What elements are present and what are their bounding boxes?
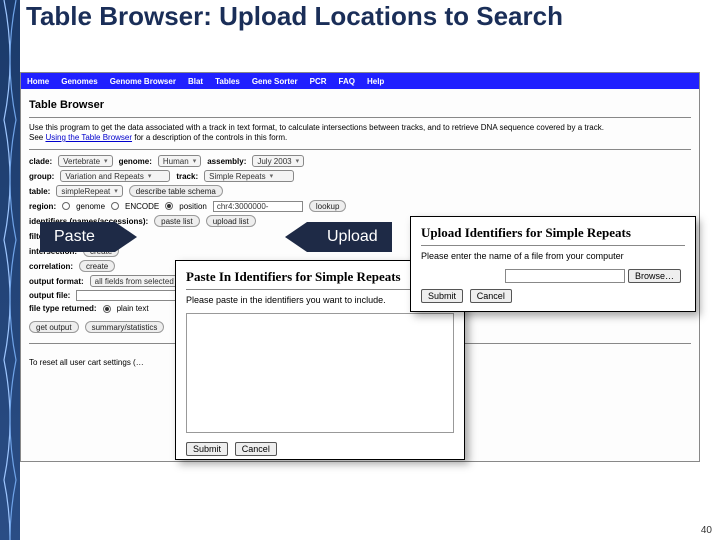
nav-help[interactable]: Help bbox=[367, 77, 384, 86]
group-label: group: bbox=[29, 172, 54, 181]
paste-cancel-button[interactable]: Cancel bbox=[235, 442, 277, 456]
region-position-radio[interactable] bbox=[165, 202, 173, 210]
track-label: track: bbox=[176, 172, 198, 181]
get-output-button[interactable]: get output bbox=[29, 321, 79, 333]
table-select[interactable]: simpleRepeat▾ bbox=[56, 185, 122, 197]
group-select[interactable]: Variation and Repeats▾ bbox=[60, 170, 170, 182]
region-encode-radio[interactable] bbox=[111, 202, 119, 210]
nav-blat[interactable]: Blat bbox=[188, 77, 203, 86]
paste-list-button[interactable]: paste list bbox=[154, 215, 200, 227]
genome-select[interactable]: Human▾ bbox=[158, 155, 201, 167]
region-genome-radio[interactable] bbox=[62, 202, 70, 210]
region-label: region: bbox=[29, 202, 56, 211]
describe-schema-button[interactable]: describe table schema bbox=[129, 185, 223, 197]
upload-popup: Upload Identifiers for Simple Repeats Pl… bbox=[410, 216, 696, 312]
correlation-create-button[interactable]: create bbox=[79, 260, 115, 272]
page-heading: Table Browser bbox=[29, 99, 691, 111]
navbar: Home Genomes Genome Browser Blat Tables … bbox=[21, 73, 699, 89]
paste-submit-button[interactable]: Submit bbox=[186, 442, 228, 456]
assembly-label: assembly: bbox=[207, 157, 246, 166]
file-type-label: file type returned: bbox=[29, 304, 97, 313]
nav-pcr[interactable]: PCR bbox=[310, 77, 327, 86]
summary-button[interactable]: summary/statistics bbox=[85, 321, 165, 333]
table-label: table: bbox=[29, 187, 50, 196]
output-file-label: output file: bbox=[29, 291, 70, 300]
output-format-label: output format: bbox=[29, 277, 84, 286]
position-input[interactable]: chr4:3000000- bbox=[213, 201, 303, 212]
upload-popup-desc: Please enter the name of a file from you… bbox=[421, 251, 685, 261]
upload-list-button[interactable]: upload list bbox=[206, 215, 256, 227]
upload-popup-title: Upload Identifiers for Simple Repeats bbox=[421, 225, 685, 241]
nav-home[interactable]: Home bbox=[27, 77, 49, 86]
browse-button[interactable]: Browse… bbox=[628, 269, 681, 283]
nav-gene-sorter[interactable]: Gene Sorter bbox=[252, 77, 298, 86]
upload-cancel-button[interactable]: Cancel bbox=[470, 289, 512, 303]
upload-file-input[interactable] bbox=[505, 269, 625, 283]
genome-label: genome: bbox=[119, 157, 152, 166]
upload-submit-button[interactable]: Submit bbox=[421, 289, 463, 303]
intro-link[interactable]: Using the Table Browser bbox=[45, 133, 132, 142]
assembly-select[interactable]: July 2003▾ bbox=[252, 155, 304, 167]
paste-arrow: Paste bbox=[40, 222, 137, 252]
plain-text-radio[interactable] bbox=[103, 305, 111, 313]
page-number: 40 bbox=[701, 525, 712, 536]
nav-faq[interactable]: FAQ bbox=[339, 77, 355, 86]
intro-text: Use this program to get the data associa… bbox=[29, 123, 691, 143]
dna-decor bbox=[0, 0, 20, 540]
nav-genome-browser[interactable]: Genome Browser bbox=[110, 77, 176, 86]
clade-select[interactable]: Vertebrate▾ bbox=[58, 155, 112, 167]
nav-tables[interactable]: Tables bbox=[215, 77, 240, 86]
lookup-button[interactable]: lookup bbox=[309, 200, 347, 212]
upload-arrow: Upload bbox=[285, 222, 392, 252]
track-select[interactable]: Simple Repeats▾ bbox=[204, 170, 294, 182]
nav-genomes[interactable]: Genomes bbox=[61, 77, 97, 86]
paste-textarea[interactable] bbox=[186, 313, 454, 433]
slide-title: Table Browser: Upload Locations to Searc… bbox=[26, 2, 586, 31]
clade-label: clade: bbox=[29, 157, 52, 166]
correlation-label: correlation: bbox=[29, 262, 73, 271]
